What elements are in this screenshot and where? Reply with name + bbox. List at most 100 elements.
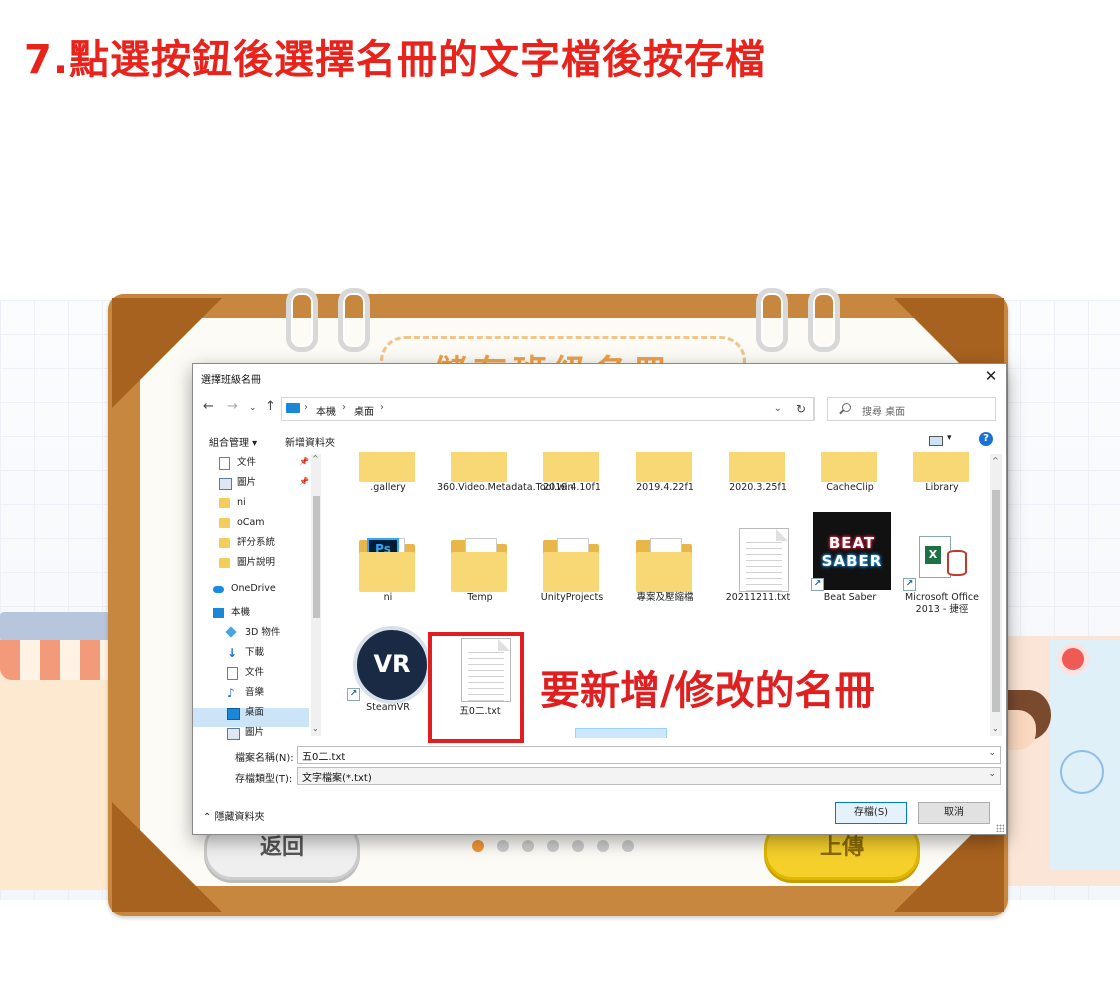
cube-icon bbox=[225, 626, 237, 638]
scroll-up-icon[interactable]: ^ bbox=[992, 456, 999, 465]
nav-item-label: OneDrive bbox=[231, 583, 276, 594]
file-name: SteamVR bbox=[366, 702, 410, 713]
folder-item[interactable]: .gallery bbox=[345, 452, 431, 532]
folder-icon bbox=[636, 552, 692, 592]
background-shop-awning bbox=[0, 640, 125, 680]
pin-icon[interactable]: 📌 bbox=[299, 457, 309, 466]
file-item[interactable]: VR ↗ SteamVR bbox=[345, 626, 431, 738]
chevron-down-icon[interactable]: ⌄ bbox=[774, 403, 782, 414]
nav-item-label: 3D 物件 bbox=[245, 627, 281, 638]
page-dot[interactable] bbox=[622, 840, 634, 852]
forward-arrow-icon[interactable]: → bbox=[227, 399, 238, 414]
chevron-right-icon[interactable]: › bbox=[380, 402, 384, 413]
folder-icon bbox=[451, 452, 507, 482]
file-name: .gallery bbox=[370, 482, 406, 493]
close-icon[interactable]: ✕ bbox=[982, 367, 1000, 385]
steamvr-icon: VR bbox=[353, 626, 431, 704]
database-icon bbox=[947, 550, 967, 576]
folder-item[interactable]: 2020.3.25f1 bbox=[715, 452, 801, 532]
folder-item[interactable]: 360.Video.Metadata.Tool.win bbox=[437, 452, 574, 532]
view-options-icon[interactable] bbox=[929, 436, 943, 446]
refresh-icon[interactable]: ↻ bbox=[789, 397, 814, 421]
help-icon[interactable]: ? bbox=[979, 432, 993, 446]
steamvr-logo-text: VR bbox=[373, 650, 411, 678]
breadcrumb-desktop[interactable]: 桌面 bbox=[354, 403, 374, 418]
chevron-down-icon[interactable]: ▾ bbox=[947, 433, 952, 443]
binder-ring bbox=[808, 288, 840, 352]
folder-icon bbox=[219, 498, 230, 508]
page-dot[interactable] bbox=[547, 840, 559, 852]
nav-item-label: 評分系統 bbox=[237, 537, 276, 548]
page-dot[interactable] bbox=[572, 840, 584, 852]
folder-item[interactable]: Temp bbox=[437, 532, 523, 642]
file-name: Temp bbox=[467, 592, 493, 603]
cancel-button[interactable]: 取消 bbox=[918, 802, 990, 824]
search-placeholder: 搜尋 桌面 bbox=[862, 407, 906, 418]
nav-item-label: 桌面 bbox=[245, 707, 265, 718]
document-icon bbox=[219, 457, 230, 470]
nav-item-label: 圖片 bbox=[245, 727, 265, 738]
binder-ring bbox=[338, 288, 370, 352]
filename-field[interactable]: 五0二.txt ⌄ bbox=[297, 746, 1001, 764]
breadcrumb-this-pc[interactable]: 本機 bbox=[316, 403, 336, 418]
save-button[interactable]: 存檔(S) bbox=[835, 802, 907, 824]
scroll-down-icon[interactable]: ⌄ bbox=[312, 724, 319, 733]
file-name: ni bbox=[383, 592, 393, 603]
folder-item[interactable]: UnityProjects bbox=[529, 532, 615, 642]
page-dot[interactable] bbox=[522, 840, 534, 852]
nav-item-label: 下載 bbox=[245, 647, 265, 658]
binder-ring bbox=[756, 288, 788, 352]
network-icon bbox=[1060, 750, 1104, 794]
chevron-down-icon[interactable]: ⌄ bbox=[988, 769, 996, 779]
folder-icon bbox=[451, 552, 507, 592]
page-dot[interactable] bbox=[597, 840, 609, 852]
command-bar: 組合管理 ▾ 新增資料夾 ▾ ? bbox=[193, 428, 1006, 452]
file-name: CacheClip bbox=[826, 482, 874, 493]
nav-item-label: 圖片說明 bbox=[237, 557, 276, 568]
search-icon bbox=[842, 403, 851, 412]
navigation-scrollbar-thumb[interactable] bbox=[313, 496, 320, 618]
filetype-select[interactable]: 文字檔案(*.txt) ⌄ bbox=[297, 767, 1001, 785]
hide-folders-toggle[interactable]: ⌃ 隱藏資料夾 bbox=[203, 808, 265, 823]
chevron-right-icon[interactable]: › bbox=[304, 402, 308, 413]
folder-icon bbox=[359, 552, 415, 592]
file-name: 2019.4.10f1 bbox=[543, 482, 601, 493]
page-dot[interactable] bbox=[497, 840, 509, 852]
pin-icon[interactable]: 📌 bbox=[299, 477, 309, 486]
page-dot[interactable] bbox=[472, 840, 484, 852]
recent-locations-icon[interactable]: ⌄ bbox=[249, 403, 257, 413]
folder-item[interactable]: 2019.4.10f1 bbox=[529, 452, 615, 532]
up-arrow-icon[interactable]: ↑ bbox=[265, 399, 276, 414]
music-icon: ♪ bbox=[227, 686, 235, 700]
folder-icon bbox=[636, 452, 692, 482]
text-file-icon bbox=[776, 529, 788, 541]
document-icon bbox=[227, 667, 238, 680]
file-open-dialog: 選擇班級名冊 ✕ ← → ⌄ ↑ › 本機 › 桌面 › ⌄ ↻ 搜尋 桌面 組… bbox=[192, 363, 1007, 835]
search-input[interactable]: 搜尋 桌面 bbox=[827, 397, 996, 421]
folder-item[interactable]: 專案及壓縮檔 bbox=[622, 532, 708, 642]
file-list-scrollbar-thumb[interactable] bbox=[992, 490, 1000, 712]
step-instruction-title: 7.點選按鈕後選擇名冊的文字檔後按存檔 bbox=[24, 37, 767, 83]
new-folder-button[interactable]: 新增資料夾 bbox=[285, 434, 335, 449]
file-name: 2020.3.25f1 bbox=[729, 482, 787, 493]
file-item[interactable]: X ↗ Microsoft Office 2013 - 捷徑 bbox=[899, 532, 985, 642]
folder-item[interactable]: Library bbox=[899, 452, 985, 532]
chevron-right-icon[interactable]: › bbox=[342, 402, 346, 413]
folder-item[interactable]: 2019.4.22f1 bbox=[622, 452, 708, 532]
selected-file-highlight bbox=[575, 728, 667, 738]
file-name: Microsoft Office 2013 - 捷徑 bbox=[905, 592, 979, 615]
folder-icon bbox=[219, 558, 230, 568]
address-bar[interactable]: › 本機 › 桌面 › ⌄ bbox=[281, 397, 815, 421]
scroll-down-icon[interactable]: ⌄ bbox=[992, 724, 999, 733]
resize-grip-icon[interactable] bbox=[996, 824, 1004, 832]
back-arrow-icon[interactable]: ← bbox=[203, 399, 214, 414]
file-item[interactable]: BEAT SABER ↗ Beat Saber bbox=[807, 512, 893, 642]
desktop-icon bbox=[227, 708, 240, 720]
organize-button[interactable]: 組合管理 ▾ bbox=[209, 434, 257, 449]
chevron-down-icon[interactable]: ⌄ bbox=[988, 748, 996, 758]
file-item[interactable]: 20211211.txt bbox=[715, 528, 801, 642]
shortcut-arrow-icon: ↗ bbox=[811, 578, 824, 591]
filetype-label: 存檔類型(T): bbox=[235, 774, 293, 785]
scroll-up-icon[interactable]: ^ bbox=[312, 454, 319, 463]
file-name: 360.Video.Metadata.Tool.win bbox=[437, 482, 574, 493]
